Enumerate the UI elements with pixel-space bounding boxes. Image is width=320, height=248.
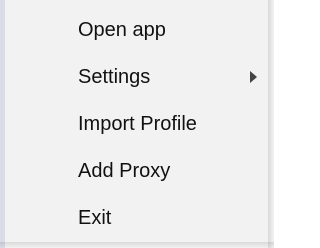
menu-item-settings[interactable]: Settings [5,53,268,100]
menu-item-label: Exit [78,206,112,229]
menu-item-exit[interactable]: Exit [5,194,268,241]
menu-shadow-bottom [0,242,274,248]
menu-shadow-right [268,0,274,248]
menu-item-label: Add Proxy [78,159,171,182]
chevron-right-icon [250,70,257,83]
context-menu: Open app Settings Import Profile Add Pro… [0,0,274,248]
menu-item-import-profile[interactable]: Import Profile [5,100,268,147]
menu-item-open-app[interactable]: Open app [5,6,268,53]
menu-item-label: Open app [78,18,166,41]
menu-items: Open app Settings Import Profile Add Pro… [5,6,268,241]
menu-item-label: Import Profile [78,112,197,135]
menu-item-label: Settings [78,65,151,88]
menu-item-add-proxy[interactable]: Add Proxy [5,147,268,194]
